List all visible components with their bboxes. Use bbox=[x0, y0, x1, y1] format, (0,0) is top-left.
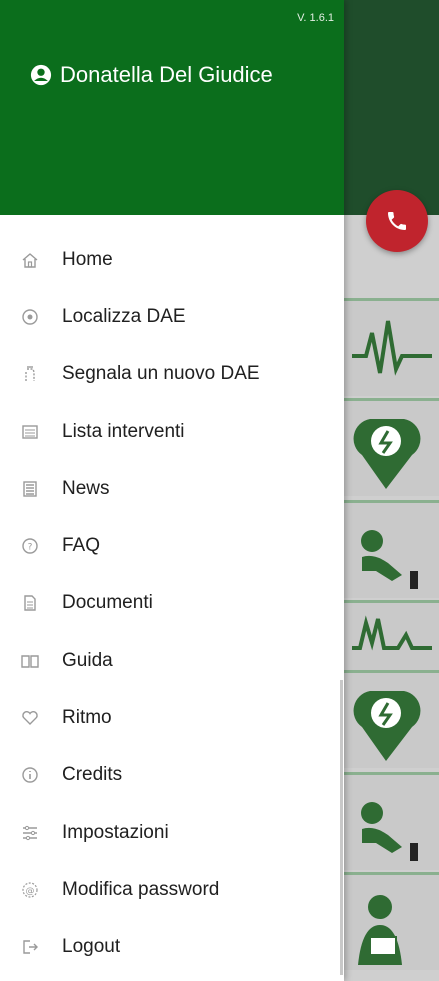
document-icon bbox=[20, 593, 40, 613]
ecg-icon bbox=[352, 320, 432, 376]
reader-icon bbox=[358, 895, 402, 965]
menu-item-impostazioni[interactable]: Impostazioni bbox=[0, 804, 344, 861]
user-name: Donatella Del Giudice bbox=[60, 62, 273, 87]
menu-item-news[interactable]: News bbox=[0, 460, 344, 517]
heart-icon bbox=[20, 708, 40, 728]
menu-item-modifica-password[interactable]: @ Modifica password bbox=[0, 861, 344, 918]
rhythm-icon bbox=[352, 615, 432, 651]
dae-tile[interactable] bbox=[344, 398, 439, 496]
navigation-drawer: V. 1.6.1 Donatella Del Giudice Home Loca… bbox=[0, 0, 344, 981]
dae-pin-icon bbox=[353, 419, 421, 489]
menu-item-label: FAQ bbox=[62, 535, 101, 557]
list-icon bbox=[20, 422, 40, 442]
dae-pin-icon bbox=[353, 691, 421, 761]
cpr-icon bbox=[361, 802, 418, 861]
password-icon: @ bbox=[20, 880, 40, 900]
menu-item-label: Guida bbox=[62, 649, 113, 671]
menu-item-label: Localizza DAE bbox=[62, 305, 186, 327]
menu-item-label: Lista interventi bbox=[62, 420, 185, 442]
account-circle-icon bbox=[30, 64, 52, 86]
app-version: V. 1.6.1 bbox=[297, 12, 334, 24]
menu-item-label: Home bbox=[62, 248, 113, 270]
drawer-menu: Home Localizza DAE Segnala un nuovo DAE … bbox=[0, 231, 344, 976]
svg-text:?: ? bbox=[28, 543, 33, 553]
menu-item-lista-interventi[interactable]: Lista interventi bbox=[0, 403, 344, 460]
info-icon bbox=[20, 765, 40, 785]
phone-icon bbox=[388, 212, 406, 230]
settings-icon bbox=[20, 823, 40, 843]
user-profile[interactable]: Donatella Del Giudice bbox=[30, 62, 273, 88]
logout-icon bbox=[20, 937, 40, 957]
cpr-icon bbox=[361, 530, 418, 589]
menu-item-documenti[interactable]: Documenti bbox=[0, 575, 344, 632]
dae-tile-2[interactable] bbox=[344, 670, 439, 768]
menu-item-label: Documenti bbox=[62, 592, 153, 614]
location-icon bbox=[20, 307, 40, 327]
home-icon bbox=[20, 250, 40, 270]
drawer-scrollbar[interactable] bbox=[340, 680, 343, 975]
menu-item-label: Logout bbox=[62, 936, 121, 958]
menu-item-label: Ritmo bbox=[62, 707, 112, 729]
cpr-tile-2[interactable] bbox=[344, 772, 439, 870]
ecg-tile[interactable] bbox=[344, 298, 439, 396]
help-icon: ? bbox=[20, 536, 40, 556]
menu-item-label: Modifica password bbox=[62, 878, 220, 900]
cpr-tile[interactable] bbox=[344, 500, 439, 598]
menu-item-label: News bbox=[62, 477, 110, 499]
menu-item-faq[interactable]: ? FAQ bbox=[0, 517, 344, 574]
drawer-header: V. 1.6.1 Donatella Del Giudice bbox=[0, 0, 344, 215]
news-icon bbox=[20, 479, 40, 499]
training-tile[interactable] bbox=[344, 872, 439, 970]
menu-item-label: Segnala un nuovo DAE bbox=[62, 363, 260, 385]
report-dae-icon bbox=[20, 364, 40, 384]
menu-item-ritmo[interactable]: Ritmo bbox=[0, 689, 344, 746]
svg-text:@: @ bbox=[26, 886, 35, 896]
menu-item-segnala-dae[interactable]: Segnala un nuovo DAE bbox=[0, 346, 344, 403]
menu-item-guida[interactable]: Guida bbox=[0, 632, 344, 689]
menu-item-credits[interactable]: Credits bbox=[0, 747, 344, 804]
book-icon bbox=[20, 651, 40, 671]
emergency-call-button[interactable] bbox=[366, 190, 428, 252]
menu-item-label: Credits bbox=[62, 764, 123, 786]
menu-item-label: Impostazioni bbox=[62, 821, 169, 843]
menu-item-home[interactable]: Home bbox=[0, 231, 344, 288]
menu-item-logout[interactable]: Logout bbox=[0, 919, 344, 976]
menu-item-localizza-dae[interactable]: Localizza DAE bbox=[0, 288, 344, 345]
